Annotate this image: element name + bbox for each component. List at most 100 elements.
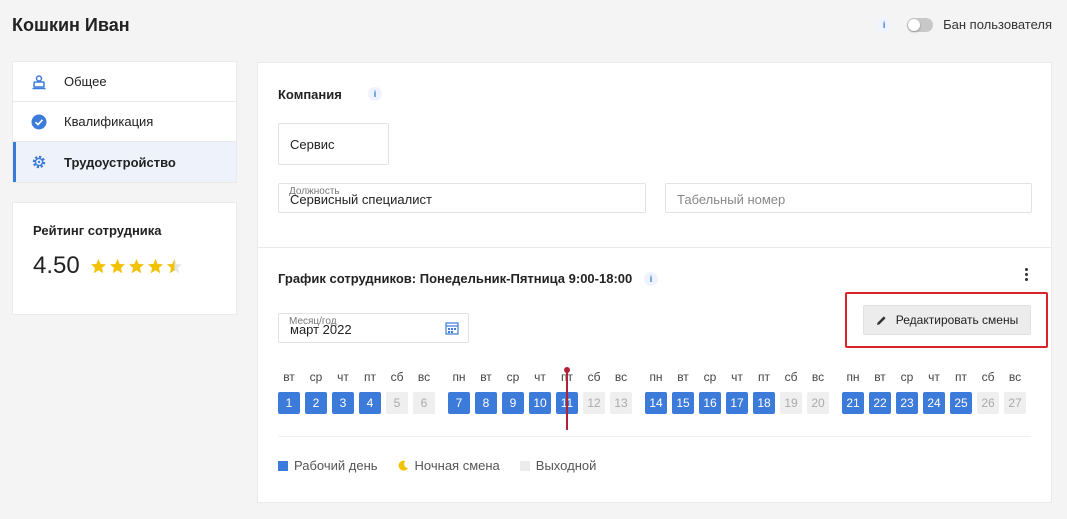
- day-number[interactable]: 26: [977, 392, 999, 414]
- day-name: пт: [364, 370, 376, 384]
- day-name: вс: [811, 370, 825, 384]
- month-value: март 2022: [290, 322, 352, 337]
- info-icon[interactable]: i: [368, 87, 382, 101]
- calendar-day[interactable]: чт 17: [726, 370, 748, 414]
- star-icon: [109, 258, 125, 273]
- calendar-day[interactable]: пт 4: [359, 370, 381, 414]
- day-number[interactable]: 25: [950, 392, 972, 414]
- calendar-day[interactable]: пн 7: [448, 370, 470, 414]
- day-number[interactable]: 6: [413, 392, 435, 414]
- calendar-day[interactable]: ср 23: [896, 370, 918, 414]
- calendar-day[interactable]: вт 1: [278, 370, 300, 414]
- day-name: вт: [677, 370, 689, 384]
- calendar-day[interactable]: сб 12: [583, 370, 605, 414]
- day-number[interactable]: 3: [332, 392, 354, 414]
- day-number[interactable]: 21: [842, 392, 864, 414]
- more-options-icon[interactable]: [1024, 268, 1028, 283]
- day-number[interactable]: 12: [583, 392, 605, 414]
- sidebar-item-employment[interactable]: Трудоустройство: [13, 142, 236, 182]
- pencil-icon: [876, 315, 886, 325]
- tab-number-field[interactable]: Табельный номер: [665, 183, 1032, 213]
- day-number[interactable]: 22: [869, 392, 891, 414]
- day-name: сб: [390, 370, 404, 384]
- ban-control: i Бан пользователя: [877, 17, 1052, 32]
- day-number[interactable]: 4: [359, 392, 381, 414]
- sidebar-item-general[interactable]: Общее: [13, 62, 236, 102]
- edit-shifts-button[interactable]: Редактировать смены: [863, 305, 1031, 335]
- calendar-day[interactable]: вс 6: [413, 370, 435, 414]
- calendar-day[interactable]: ср 16: [699, 370, 721, 414]
- legend-night: Ночная смена: [398, 458, 500, 473]
- day-number[interactable]: 1: [278, 392, 300, 414]
- company-select[interactable]: Сервис: [278, 123, 389, 165]
- day-name: ср: [900, 370, 914, 384]
- day-name: чт: [731, 370, 743, 384]
- day-number[interactable]: 2: [305, 392, 327, 414]
- calendar-day[interactable]: пт 25: [950, 370, 972, 414]
- day-number[interactable]: 5: [386, 392, 408, 414]
- day-name: вт: [283, 370, 295, 384]
- day-number[interactable]: 13: [610, 392, 632, 414]
- calendar-icon[interactable]: [445, 321, 459, 338]
- calendar-day[interactable]: вт 22: [869, 370, 891, 414]
- day-number[interactable]: 24: [923, 392, 945, 414]
- day-name: вс: [417, 370, 431, 384]
- star-icon: [166, 258, 182, 273]
- calendar-day[interactable]: чт 10: [529, 370, 551, 414]
- calendar-day[interactable]: пн 14: [645, 370, 667, 414]
- calendar-day[interactable]: пт 18: [753, 370, 775, 414]
- info-icon[interactable]: i: [644, 272, 658, 286]
- day-name: ср: [506, 370, 520, 384]
- day-name: вт: [874, 370, 886, 384]
- day-name: вт: [480, 370, 492, 384]
- day-number[interactable]: 14: [645, 392, 667, 414]
- calendar-day[interactable]: вс 13: [610, 370, 632, 414]
- day-number[interactable]: 27: [1004, 392, 1026, 414]
- calendar-day[interactable]: пн 21: [842, 370, 864, 414]
- calendar-day[interactable]: вт 15: [672, 370, 694, 414]
- info-icon[interactable]: i: [877, 17, 892, 32]
- day-number[interactable]: 17: [726, 392, 748, 414]
- calendar-day[interactable]: сб 26: [977, 370, 999, 414]
- rating-stars: [90, 258, 185, 275]
- day-number[interactable]: 16: [699, 392, 721, 414]
- day-name: вс: [614, 370, 628, 384]
- star-icon: [128, 258, 144, 273]
- divider: [258, 247, 1051, 248]
- legend: Рабочий день Ночная смена Выходной: [278, 458, 616, 473]
- calendar-day[interactable]: вт 8: [475, 370, 497, 414]
- calendar-day[interactable]: вс 20: [807, 370, 829, 414]
- day-number[interactable]: 15: [672, 392, 694, 414]
- rating-value: 4.50: [33, 252, 80, 279]
- day-number[interactable]: 23: [896, 392, 918, 414]
- day-number[interactable]: 8: [475, 392, 497, 414]
- tab-number-placeholder: Табельный номер: [677, 192, 786, 207]
- edit-shifts-label: Редактировать смены: [895, 313, 1019, 327]
- position-field[interactable]: Должность Сервисный специалист: [278, 183, 646, 213]
- month-picker[interactable]: Месяц/год март 2022: [278, 313, 469, 343]
- calendar-day[interactable]: сб 5: [386, 370, 408, 414]
- sidebar-item-qualification[interactable]: Квалификация: [13, 102, 236, 142]
- calendar-day[interactable]: вс 27: [1004, 370, 1026, 414]
- day-number[interactable]: 19: [780, 392, 802, 414]
- work-swatch: [278, 460, 288, 471]
- day-number[interactable]: 18: [753, 392, 775, 414]
- day-number[interactable]: 9: [502, 392, 524, 414]
- toggle-knob: [908, 18, 921, 31]
- day-number[interactable]: 20: [807, 392, 829, 414]
- calendar-day[interactable]: сб 19: [780, 370, 802, 414]
- main-panel: Компания i Сервис Должность Сервисный сп…: [257, 62, 1052, 503]
- calendar-day[interactable]: чт 24: [923, 370, 945, 414]
- day-name: пн: [452, 370, 466, 384]
- calendar-day[interactable]: ср 9: [502, 370, 524, 414]
- day-number[interactable]: 10: [529, 392, 551, 414]
- day-name: чт: [337, 370, 349, 384]
- day-number[interactable]: 7: [448, 392, 470, 414]
- legend-work: Рабочий день: [278, 458, 378, 473]
- calendar-day[interactable]: ср 2: [305, 370, 327, 414]
- company-title: Компания: [278, 87, 342, 102]
- ban-toggle[interactable]: [907, 17, 934, 32]
- calendar-days: вт1ср2чт3пт4сб5вс6пн7вт8ср9чт10пт11сб12в…: [278, 367, 1028, 430]
- calendar-day[interactable]: чт 3: [332, 370, 354, 414]
- sidebar-item-label: Общее: [64, 74, 107, 89]
